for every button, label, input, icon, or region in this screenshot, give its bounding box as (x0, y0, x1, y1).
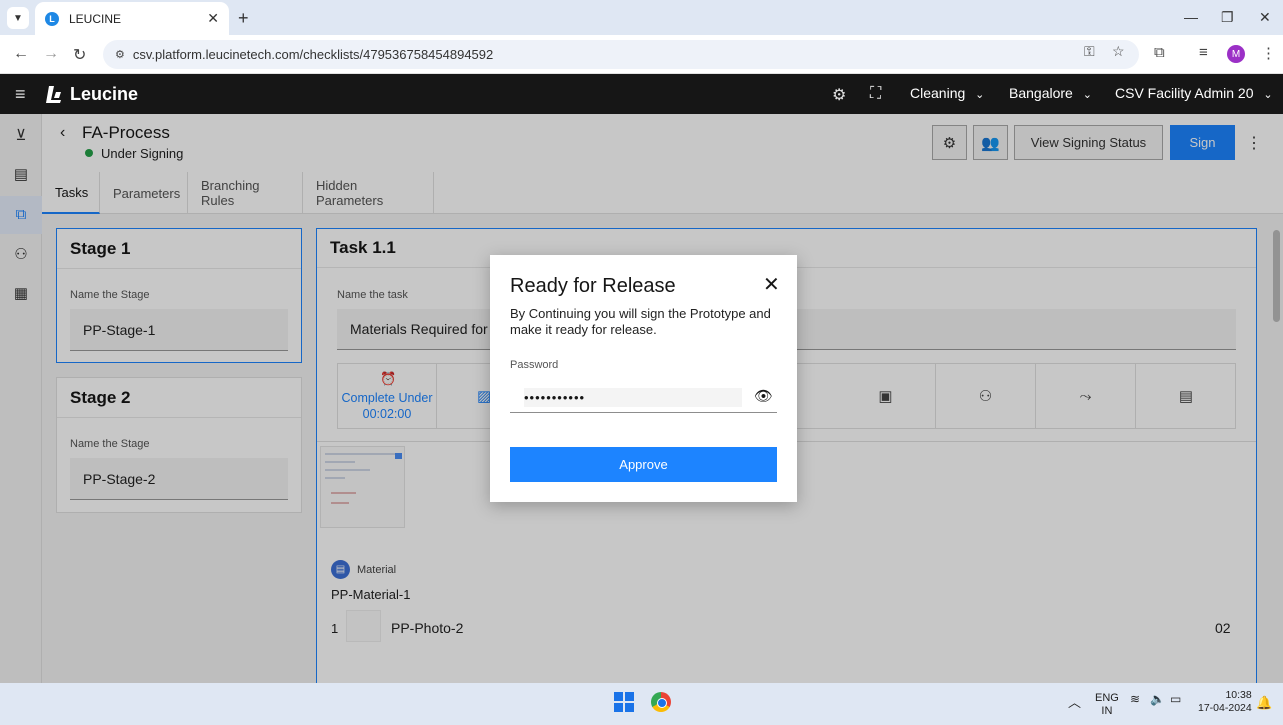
address-bar-row: ← → ↻ ⚙ csv.platform.leucinetech.com/che… (0, 35, 1283, 74)
minimize-icon[interactable]: — (1184, 9, 1198, 25)
region-label: IN (1101, 705, 1113, 717)
settings-gear-icon[interactable]: ⚙ (832, 85, 846, 105)
bookmark-star-icon[interactable]: ☆ (1112, 43, 1125, 60)
facility-label: Bangalore (1009, 85, 1073, 101)
chevron-down-icon: ⌄ (975, 89, 985, 101)
close-window-icon[interactable]: ✕ (1259, 9, 1271, 26)
close-tab-icon[interactable]: ✕ (207, 10, 219, 27)
leucine-logo-icon (46, 86, 61, 103)
app-header: ≡ Leucine ⚙ ⛶ Cleaning ⌄ Bangalore ⌄ CSV… (0, 74, 1283, 114)
chevron-down-icon: ⌄ (1082, 89, 1092, 101)
media-controls-icon[interactable]: ≡ (1199, 44, 1208, 61)
use-case-label: Cleaning (910, 85, 966, 101)
tray-overflow-icon[interactable]: ︿ (1068, 692, 1081, 711)
windows-logo-pane (625, 692, 634, 701)
modal-title: Ready for Release (510, 275, 676, 297)
use-case-selector[interactable]: Cleaning ⌄ (910, 85, 984, 101)
new-tab-icon[interactable]: + (238, 8, 249, 29)
leucine-favicon-icon: L (45, 11, 59, 26)
notification-bell-icon[interactable]: 🔔 (1256, 695, 1272, 711)
brand-name: Leucine (70, 84, 139, 104)
extensions-icon[interactable]: ⧉ (1154, 44, 1165, 61)
ready-for-release-modal: Ready for Release ✕ By Continuing you wi… (490, 255, 797, 502)
clock-time: 10:38 (1225, 689, 1252, 701)
url-text: csv.platform.leucinetech.com/checklists/… (132, 47, 494, 62)
reload-icon[interactable]: ↻ (73, 45, 86, 65)
system-clock[interactable]: 10:38 17-04-2024 (1198, 689, 1252, 715)
language-indicator[interactable]: ENG IN (1095, 692, 1119, 718)
chevron-down-icon: ⌄ (1263, 89, 1273, 101)
browser-tab-bar: ▼ L LEUCINE ✕ + — ❐ ✕ (0, 0, 1283, 35)
language-label: ENG (1095, 692, 1119, 704)
browser-menu-icon[interactable]: ⋮ (1261, 44, 1276, 62)
approve-button[interactable]: Approve (510, 447, 777, 482)
forward-icon[interactable]: → (43, 45, 59, 63)
clock-date: 17-04-2024 (1198, 702, 1252, 714)
user-menu[interactable]: CSV Facility Admin 20 ⌄ (1115, 85, 1273, 101)
windows-taskbar (0, 683, 1283, 725)
restore-icon[interactable]: ❐ (1221, 9, 1234, 26)
back-icon[interactable]: ← (13, 45, 29, 63)
hamburger-menu-icon[interactable]: ≡ (15, 84, 26, 105)
windows-logo-pane (625, 703, 634, 712)
volume-icon[interactable]: 🔈 (1150, 692, 1165, 706)
chrome-taskbar-icon[interactable] (651, 692, 671, 712)
windows-logo-pane (614, 703, 623, 712)
close-icon[interactable]: ✕ (763, 272, 780, 297)
show-password-eye-icon[interactable]: 👁 (754, 387, 773, 405)
tab-list-button[interactable]: ▼ (7, 7, 29, 29)
facility-selector[interactable]: Bangalore ⌄ (1009, 85, 1092, 101)
password-key-icon[interactable]: ⚿ (1084, 43, 1095, 60)
site-info-icon[interactable]: ⚙ (115, 48, 125, 61)
tab-title: LEUCINE (69, 11, 122, 26)
password-label: Password (510, 359, 559, 371)
windows-start-icon[interactable] (614, 692, 634, 712)
user-name: CSV Facility Admin 20 (1115, 85, 1254, 101)
browser-tab[interactable]: L LEUCINE ✕ (35, 2, 229, 35)
profile-avatar[interactable]: M (1227, 45, 1245, 63)
scan-icon[interactable]: ⛶ (870, 85, 881, 103)
windows-logo-pane (614, 692, 623, 701)
battery-icon[interactable]: ▭ (1170, 692, 1181, 706)
modal-description: By Continuing you will sign the Prototyp… (510, 306, 771, 337)
omnibox[interactable]: ⚙ csv.platform.leucinetech.com/checklist… (103, 40, 1139, 69)
password-input[interactable]: ••••••••••• (524, 388, 742, 407)
password-field[interactable]: ••••••••••• 👁 (510, 382, 777, 413)
wifi-icon[interactable]: ≋ (1130, 692, 1140, 706)
